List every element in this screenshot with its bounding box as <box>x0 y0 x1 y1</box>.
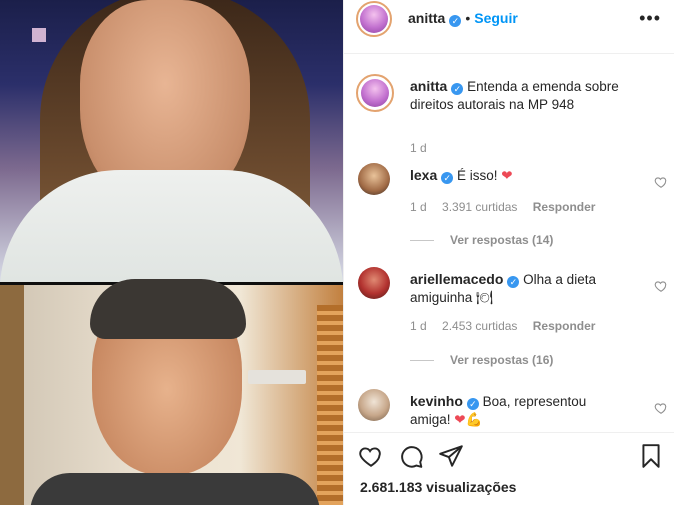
follow-button[interactable]: Seguir <box>474 10 518 26</box>
header-user: anitta ✓ • Seguir <box>408 10 518 27</box>
commenter-avatar[interactable] <box>358 163 390 195</box>
share-icon[interactable] <box>438 443 464 469</box>
view-replies-label: Ver respostas (14) <box>450 233 554 247</box>
comment-time[interactable]: 1 d <box>410 319 427 333</box>
avatar-image <box>361 79 389 107</box>
comment-meta: 1 d 2.453 curtidas Responder <box>410 319 607 333</box>
comment-likes[interactable]: 2.453 curtidas <box>442 319 517 333</box>
heart-icon[interactable] <box>358 443 384 469</box>
heart-icon[interactable] <box>654 401 668 415</box>
comment-username[interactable]: kevinho <box>410 393 463 409</box>
comment-body: ariellemacedo ✓ Olha a dieta amiguinha 🍽 <box>410 270 630 307</box>
comment-icon[interactable] <box>398 443 424 469</box>
commenter-avatar[interactable] <box>358 389 390 421</box>
caption-text-block: anitta ✓ Entenda a emenda sobre direitos … <box>410 77 646 114</box>
view-replies-button[interactable]: Ver respostas (16) <box>410 353 553 367</box>
comment-username[interactable]: ariellemacedo <box>410 271 503 287</box>
comment-likes[interactable]: 3.391 curtidas <box>442 200 517 214</box>
replies-line <box>410 360 434 362</box>
action-bar: 2.681.183 visualizações <box>344 432 674 505</box>
heart-icon[interactable] <box>654 279 668 293</box>
replies-line <box>410 240 434 242</box>
reply-button[interactable]: Responder <box>533 319 596 333</box>
reply-button[interactable]: Responder <box>533 200 596 214</box>
comment-text: É isso! <box>457 168 498 183</box>
video-top-participant <box>0 0 343 290</box>
emoji: ❤ <box>501 168 513 183</box>
comments-list[interactable]: anitta ✓ Entenda a emenda sobre direitos … <box>344 55 674 432</box>
separator-dot: • <box>465 10 471 26</box>
avatar-image <box>360 5 388 33</box>
commenter-avatar[interactable] <box>358 267 390 299</box>
caption-username[interactable]: anitta <box>410 78 447 94</box>
profile-avatar[interactable] <box>356 1 392 37</box>
caption-time[interactable]: 1 d <box>410 141 427 155</box>
verified-icon: ✓ <box>507 276 520 288</box>
save-icon[interactable] <box>638 443 664 469</box>
comment-username[interactable]: lexa <box>410 167 437 183</box>
verified-icon: ✓ <box>466 398 479 410</box>
comment-meta: 1 d 3.391 curtidas Responder <box>410 200 607 214</box>
comment-body: lexa ✓ É isso! ❤ <box>410 166 630 185</box>
video-bottom-participant <box>0 279 343 505</box>
emoji: 🍽 <box>476 290 494 305</box>
more-icon[interactable]: ••• <box>639 8 661 29</box>
live-video[interactable] <box>0 0 343 505</box>
heart-icon[interactable] <box>654 175 668 189</box>
comment-body: kevinho ✓ Boa, representou amiga! ❤💪 <box>410 392 630 429</box>
comment-time[interactable]: 1 d <box>410 200 427 214</box>
header-username[interactable]: anitta <box>408 10 445 26</box>
views-count: 2.681.183 visualizações <box>360 479 517 495</box>
post-side-panel: anitta ✓ • Seguir ••• anitta ✓ Entenda a eme… <box>343 0 674 505</box>
post-header: anitta ✓ • Seguir ••• <box>344 0 674 54</box>
verified-icon: ✓ <box>451 83 464 95</box>
view-replies-button[interactable]: Ver respostas (14) <box>410 233 553 247</box>
verified-icon: ✓ <box>441 172 454 184</box>
view-replies-label: Ver respostas (16) <box>450 353 554 367</box>
caption-avatar[interactable] <box>356 74 394 112</box>
emoji: ❤💪 <box>454 412 483 427</box>
verified-icon: ✓ <box>449 15 462 27</box>
